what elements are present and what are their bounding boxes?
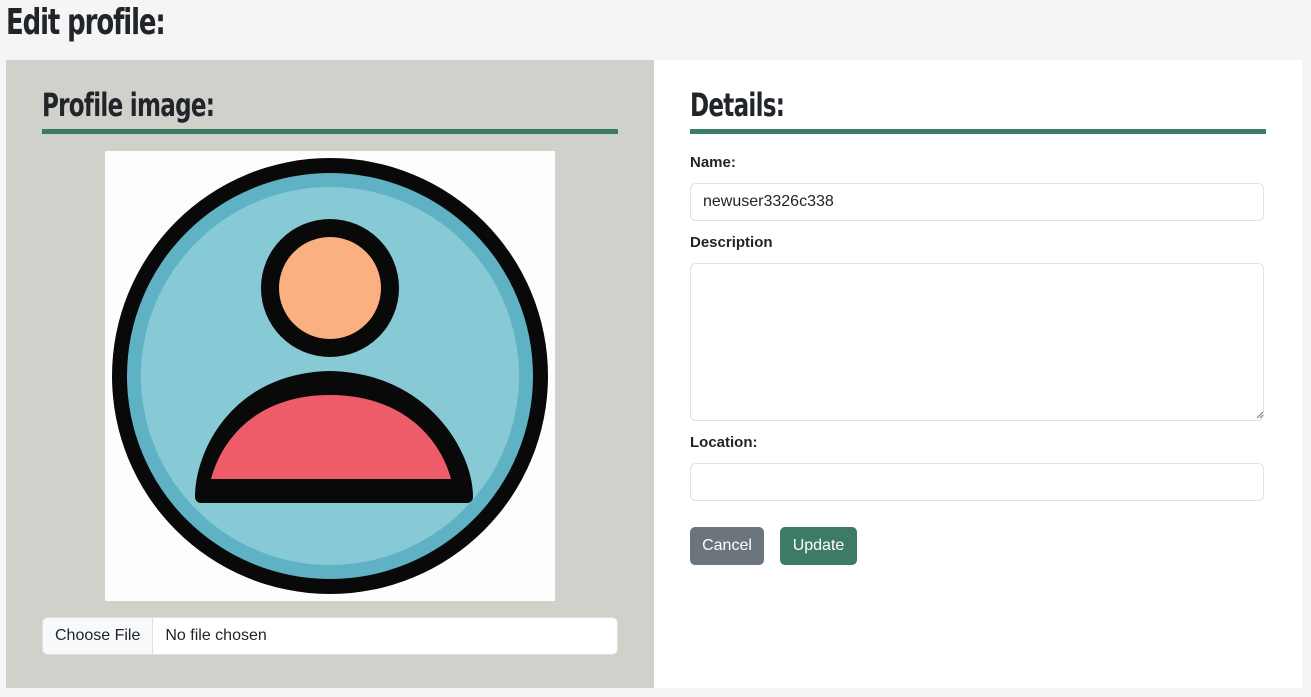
profile-image-file-input[interactable]: Choose File No file chosen — [42, 617, 618, 655]
name-label: Name: — [690, 154, 736, 171]
choose-file-button[interactable]: Choose File — [43, 618, 154, 654]
profile-image-heading: Profile image: — [42, 86, 215, 124]
file-status-text: No file chosen — [165, 627, 267, 644]
details-panel: Details: Name: Description Location: Can… — [654, 60, 1302, 688]
location-label: Location: — [690, 434, 758, 451]
page-title: Edit profile: — [6, 2, 166, 43]
profile-image-heading-rule — [42, 129, 618, 134]
details-heading-rule — [690, 129, 1266, 134]
cancel-button[interactable]: Cancel — [690, 527, 764, 565]
profile-image — [105, 151, 555, 601]
resize-handle-icon[interactable] — [1256, 411, 1264, 419]
location-input[interactable] — [690, 463, 1264, 501]
description-label: Description — [690, 234, 773, 251]
profile-image-panel: Profile image: Choose File No file chose… — [6, 60, 654, 688]
description-textarea[interactable] — [690, 263, 1264, 421]
name-input[interactable] — [690, 183, 1264, 221]
details-heading: Details: — [690, 86, 785, 124]
user-avatar-icon — [112, 158, 548, 594]
update-button[interactable]: Update — [780, 527, 857, 565]
